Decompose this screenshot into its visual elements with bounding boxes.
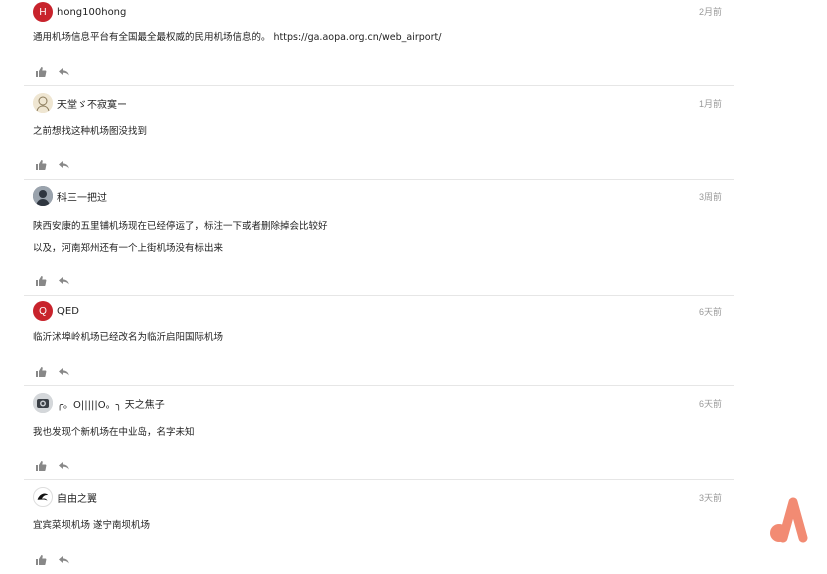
avatar[interactable] [33, 93, 53, 113]
comment-text: 之前想找这种机场图没找到 [33, 126, 148, 137]
comment-time: 2月前 [698, 7, 722, 17]
comment-header: Q QED [33, 299, 79, 323]
comment-text: 通用机场信息平台有全国最全最权威的民用机场信息的。 https://ga.aop… [33, 32, 442, 43]
thumbs-up-icon[interactable] [35, 554, 47, 566]
comment-author[interactable]: hong100hong [57, 7, 126, 18]
comment-time: 1月前 [698, 99, 722, 109]
comment-text: 宜宾菜坝机场 遂宁南坝机场 [33, 520, 151, 531]
comment-actions [35, 66, 70, 78]
comment-item: 科三一把过 3周前 陕西安康的五里铺机场现在已经停运了，标注一下或者删除掉会比较… [24, 180, 734, 296]
comment-time: 3天前 [698, 493, 722, 503]
avatar[interactable]: H [33, 2, 53, 22]
thumbs-up-icon[interactable] [35, 159, 47, 171]
avatar[interactable] [33, 186, 53, 206]
reply-arrow-icon[interactable] [58, 66, 70, 78]
comment-author[interactable]: 科三一把过 [57, 189, 107, 204]
thumbs-up-icon[interactable] [35, 366, 47, 378]
comment-header: H hong100hong [33, 0, 126, 24]
comment-author[interactable]: QED [57, 306, 79, 317]
comment-actions [35, 275, 70, 287]
comment-author[interactable]: 天堂ゞ不寂寞ー [57, 96, 127, 111]
comment-time: 6天前 [698, 399, 722, 409]
reply-arrow-icon[interactable] [58, 366, 70, 378]
comment-text: 临沂沭埠岭机场已经改名为临沂启阳国际机场 [33, 332, 224, 343]
comment-text: 我也发现个新机场在中业岛，名字未知 [33, 427, 195, 438]
comment-item: H hong100hong 2月前 通用机场信息平台有全国最全最权威的民用机场信… [24, 0, 734, 86]
comment-actions [35, 159, 70, 171]
comment-header: ╭。O|||||O。╮ 天之焦子 [33, 391, 165, 415]
thumbs-up-icon[interactable] [35, 275, 47, 287]
reply-arrow-icon[interactable] [58, 460, 70, 472]
comment-header: 天堂ゞ不寂寞ー [33, 91, 127, 115]
comment-time: 6天前 [698, 307, 722, 317]
site-logo-icon [770, 497, 808, 543]
avatar[interactable] [33, 393, 53, 413]
comment-item: 自由之翼 3天前 宜宾菜坝机场 遂宁南坝机场 [24, 480, 734, 574]
comment-item: ╭。O|||||O。╮ 天之焦子 6天前 我也发现个新机场在中业岛，名字未知 [24, 386, 734, 480]
avatar[interactable] [33, 487, 53, 507]
comment-item: Q QED 6天前 临沂沭埠岭机场已经改名为临沂启阳国际机场 [24, 296, 734, 386]
thumbs-up-icon[interactable] [35, 66, 47, 78]
comment-actions [35, 366, 70, 378]
comment-item: 天堂ゞ不寂寞ー 1月前 之前想找这种机场图没找到 [24, 86, 734, 180]
comment-header: 科三一把过 [33, 184, 107, 208]
reply-arrow-icon[interactable] [58, 159, 70, 171]
reply-arrow-icon[interactable] [58, 554, 70, 566]
avatar[interactable]: Q [33, 301, 53, 321]
comment-time: 3周前 [698, 192, 722, 202]
comment-text: 陕西安康的五里铺机场现在已经停运了，标注一下或者删除掉会比较好 以及，河南郑州还… [33, 221, 328, 254]
thumbs-up-icon[interactable] [35, 460, 47, 472]
comment-author[interactable]: ╭。O|||||O。╮ 天之焦子 [57, 396, 165, 411]
comment-list: H hong100hong 2月前 通用机场信息平台有全国最全最权威的民用机场信… [24, 0, 734, 574]
reply-arrow-icon[interactable] [58, 275, 70, 287]
comment-actions [35, 554, 70, 566]
comment-author[interactable]: 自由之翼 [57, 490, 97, 505]
comment-header: 自由之翼 [33, 485, 97, 509]
comment-actions [35, 460, 70, 472]
